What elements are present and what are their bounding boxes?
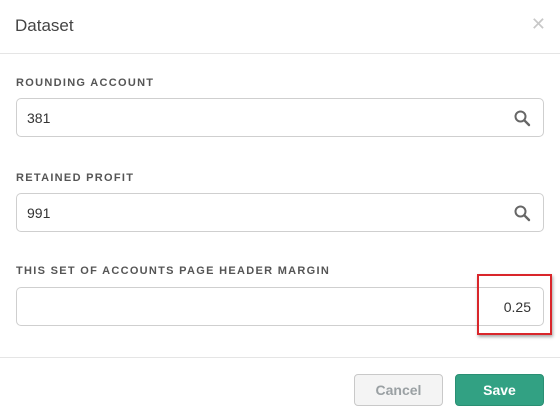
dialog-footer: Cancel Save (0, 357, 560, 417)
dataset-dialog: Dataset ✕ ROUNDING ACCOUNT 381 RETAINED … (0, 0, 560, 417)
close-icon[interactable]: ✕ (531, 15, 546, 33)
page-header-margin-label: THIS SET OF ACCOUNTS PAGE HEADER MARGIN (16, 265, 331, 277)
search-icon[interactable] (513, 109, 531, 127)
save-button[interactable]: Save (455, 374, 544, 406)
rounding-account-value: 381 (27, 110, 51, 126)
cancel-button[interactable]: Cancel (354, 374, 443, 406)
rounding-account-field[interactable]: 381 (16, 98, 544, 137)
rounding-account-label: ROUNDING ACCOUNT (16, 77, 155, 89)
retained-profit-value: 991 (27, 205, 51, 221)
dialog-header: Dataset ✕ (0, 0, 560, 54)
retained-profit-field[interactable]: 991 (16, 193, 544, 232)
page-header-margin-input[interactable]: 0.25 (16, 287, 544, 326)
search-icon[interactable] (513, 204, 531, 222)
page-header-margin-value: 0.25 (503, 299, 531, 315)
retained-profit-label: RETAINED PROFIT (16, 172, 135, 184)
dialog-title: Dataset (15, 16, 74, 35)
